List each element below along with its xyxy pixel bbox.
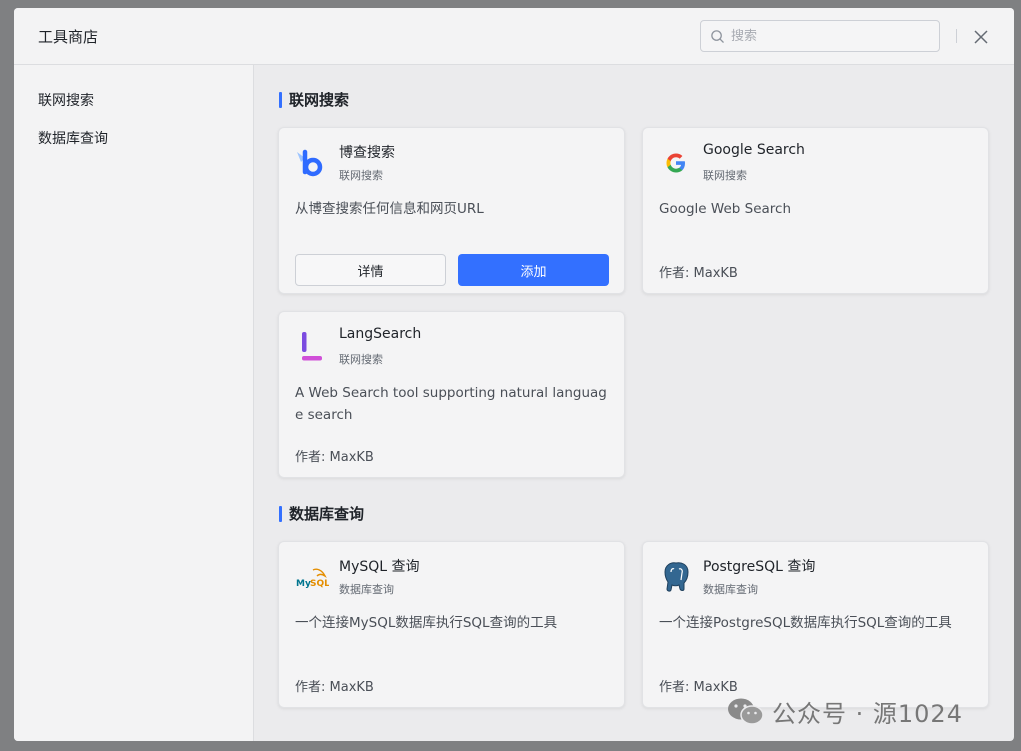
search-input[interactable] (731, 21, 931, 51)
tool-description: 一个连接PostgreSQL数据库执行SQL查询的工具 (659, 615, 952, 631)
tool-name: MySQL 查询 (339, 559, 420, 575)
section-title-database-query: 数据库查询 (279, 504, 364, 524)
google-logo-icon (666, 153, 685, 173)
tool-category: 数据库查询 (339, 583, 394, 596)
header-divider (956, 29, 957, 43)
section-title-web-search: 联网搜索 (279, 90, 349, 110)
tool-category: 联网搜索 (703, 169, 747, 182)
add-button[interactable]: 添加 (458, 254, 609, 286)
mysql-logo-icon: My SQL (296, 568, 329, 589)
svg-text:My: My (296, 579, 311, 589)
bocha-logo-icon (297, 149, 323, 177)
section-marker (279, 92, 282, 108)
tool-description: Google Web Search (659, 201, 792, 217)
tool-author: 作者: MaxKB (659, 680, 738, 695)
tool-name: Google Search (703, 142, 805, 158)
tool-category: 数据库查询 (703, 583, 758, 596)
detail-button[interactable]: 详情 (295, 254, 446, 286)
sidebar-item-web-search[interactable]: 联网搜索 (38, 90, 94, 110)
category-sidebar: 联网搜索 数据库查询 (14, 65, 254, 741)
tool-card-google-search[interactable]: Google Search 联网搜索 Google Web Search 作者:… (642, 127, 989, 294)
tool-card-postgresql[interactable]: PostgreSQL 查询 数据库查询 一个连接PostgreSQL数据库执行S… (642, 541, 989, 708)
search-icon (711, 30, 724, 43)
tool-card-mysql[interactable]: My SQL MySQL 查询 数据库查询 一个连接MySQL数据库执行SQL查… (278, 541, 625, 708)
section-title-text: 数据库查询 (289, 505, 365, 523)
section-title-text: 联网搜索 (289, 91, 350, 109)
wechat-icon (728, 698, 764, 725)
tool-category: 联网搜索 (339, 353, 383, 366)
watermark-text: 公众号 · 源1024 (772, 700, 963, 728)
section-marker (279, 506, 282, 522)
sidebar-item-database-query[interactable]: 数据库查询 (38, 128, 108, 148)
tool-author: 作者: MaxKB (295, 680, 374, 695)
close-icon[interactable] (972, 28, 990, 46)
tool-category: 联网搜索 (339, 169, 383, 182)
tool-description: 一个连接MySQL数据库执行SQL查询的工具 (295, 615, 558, 631)
dialog-header: 工具商店 (14, 8, 1014, 65)
tool-description: 从博查搜索任何信息和网页URL (295, 201, 484, 217)
tool-author: 作者: MaxKB (295, 450, 374, 465)
langsearch-logo-icon (302, 332, 322, 361)
postgresql-logo-icon (664, 562, 689, 592)
svg-text:SQL: SQL (310, 579, 329, 589)
tool-author: 作者: MaxKB (659, 266, 738, 281)
tool-card-bocha: 博查搜索 联网搜索 从博查搜索任何信息和网页URL 详情 添加 (278, 127, 625, 294)
tool-card-langsearch[interactable]: LangSearch 联网搜索 A Web Search tool suppor… (278, 311, 625, 478)
tool-store-dialog: 工具商店 联网搜索 数据库查询 联网搜索 博查搜索 联网搜索 从博查搜 (14, 8, 1014, 741)
tool-name: LangSearch (339, 326, 422, 342)
tool-name: PostgreSQL 查询 (703, 559, 816, 575)
tool-description: A Web Search tool supporting natural lan… (295, 385, 607, 423)
tool-name: 博查搜索 (339, 145, 395, 161)
search-box[interactable] (700, 20, 940, 52)
dialog-title: 工具商店 (38, 28, 99, 46)
